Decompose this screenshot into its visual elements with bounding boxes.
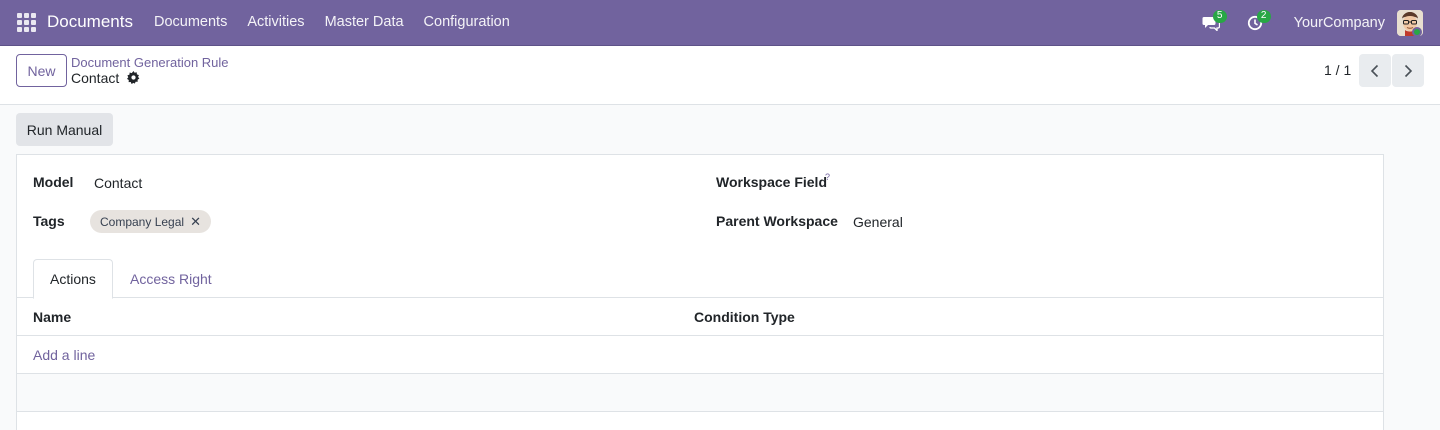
tags-label: Tags	[33, 213, 65, 229]
workspace-field-label: Workspace Field	[716, 174, 828, 190]
online-status-dot	[1412, 27, 1422, 37]
main-menu: Documents Activities Master Data Configu…	[154, 14, 510, 30]
table-row-empty	[17, 374, 1383, 412]
messages-button[interactable]: 5	[1196, 8, 1227, 38]
model-label: Model	[33, 174, 74, 190]
column-header-name[interactable]: Name	[33, 309, 71, 325]
table-header: Name Condition Type	[17, 298, 1383, 336]
tag-chip: Company Legal ✕	[90, 210, 211, 233]
company-switcher[interactable]: YourCompany	[1294, 15, 1385, 31]
new-button[interactable]: New	[16, 54, 67, 87]
menu-item-master-data[interactable]: Master Data	[325, 14, 404, 30]
workspace-field-help-icon[interactable]: ?	[825, 172, 830, 182]
control-panel: New Document Generation Rule Contact 1 /…	[0, 46, 1440, 105]
app-brand[interactable]: Documents	[47, 12, 133, 32]
add-line-link[interactable]: Add a line	[33, 347, 95, 363]
apps-menu-icon[interactable]	[17, 13, 36, 32]
messages-count-badge: 5	[1212, 10, 1227, 23]
model-field[interactable]: Contact	[94, 175, 142, 191]
pager-value[interactable]: 1 / 1	[1324, 62, 1351, 78]
notebook-tabs: Actions Access Right	[17, 259, 1383, 299]
breadcrumb-parent-link[interactable]: Document Generation Rule	[71, 55, 229, 70]
parent-workspace-field[interactable]: General	[853, 214, 903, 230]
menu-item-activities[interactable]: Activities	[247, 14, 304, 30]
table-row: Add a line	[17, 336, 1383, 374]
menu-item-documents[interactable]: Documents	[154, 14, 227, 30]
pager-next-button[interactable]	[1392, 54, 1424, 87]
chevron-right-icon	[1404, 64, 1413, 77]
table-row-empty	[17, 412, 1383, 430]
run-manual-button[interactable]: Run Manual	[16, 113, 113, 146]
column-header-condition-type[interactable]: Condition Type	[694, 309, 795, 325]
chevron-left-icon	[1370, 64, 1379, 77]
tab-access-right[interactable]: Access Right	[114, 259, 228, 298]
form-sheet: Model Contact Tags Company Legal ✕ Works…	[16, 154, 1384, 430]
breadcrumb-current: Contact	[71, 70, 120, 86]
tab-actions[interactable]: Actions	[33, 259, 113, 299]
activities-button[interactable]: 2	[1240, 8, 1271, 38]
menu-item-configuration[interactable]: Configuration	[424, 14, 510, 30]
workspace-field-input[interactable]	[853, 173, 1363, 195]
gear-icon[interactable]	[127, 71, 140, 84]
parent-workspace-label: Parent Workspace	[716, 213, 838, 229]
top-navbar: Documents Documents Activities Master Da…	[0, 0, 1440, 46]
remove-tag-icon[interactable]: ✕	[190, 214, 201, 230]
pager-previous-button[interactable]	[1359, 54, 1391, 87]
activities-count-badge: 2	[1256, 10, 1271, 23]
systray: 5 2 YourCompany	[1196, 0, 1440, 46]
tag-chip-label: Company Legal	[100, 214, 185, 229]
